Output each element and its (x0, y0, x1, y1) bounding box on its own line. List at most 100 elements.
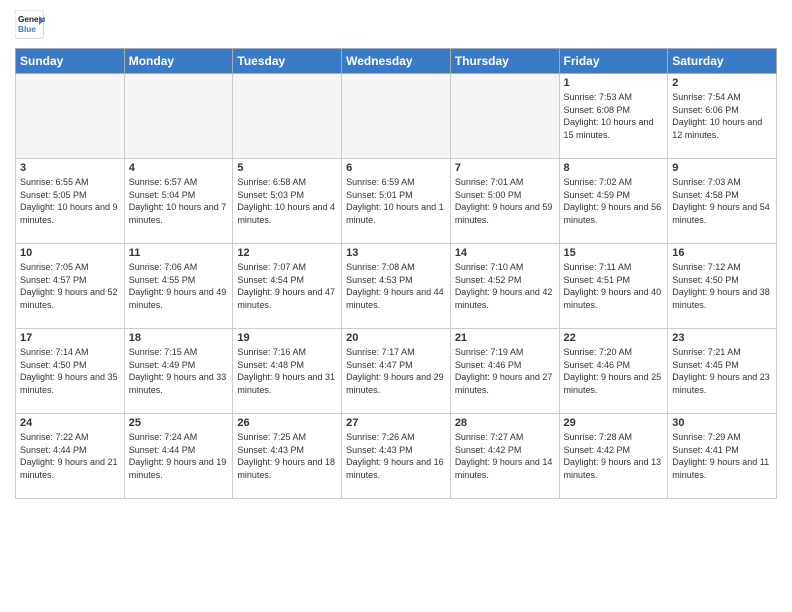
calendar-table: SundayMondayTuesdayWednesdayThursdayFrid… (15, 48, 777, 499)
calendar-cell: 7 Sunrise: 7:01 AM Sunset: 5:00 PM Daylig… (450, 159, 559, 244)
calendar-cell: 23 Sunrise: 7:21 AM Sunset: 4:45 PM Dayli… (668, 329, 777, 414)
day-info: Sunrise: 7:25 AM Sunset: 4:43 PM Dayligh… (237, 431, 337, 481)
day-info: Sunrise: 6:59 AM Sunset: 5:01 PM Dayligh… (346, 176, 446, 226)
day-number: 19 (237, 332, 337, 344)
calendar-cell: 9 Sunrise: 7:03 AM Sunset: 4:58 PM Daylig… (668, 159, 777, 244)
day-number: 28 (455, 417, 555, 429)
day-info: Sunrise: 6:55 AM Sunset: 5:05 PM Dayligh… (20, 176, 120, 226)
day-number: 9 (672, 162, 772, 174)
day-number: 3 (20, 162, 120, 174)
day-info: Sunrise: 7:16 AM Sunset: 4:48 PM Dayligh… (237, 346, 337, 396)
svg-text:Blue: Blue (18, 25, 36, 34)
day-number: 15 (564, 247, 664, 259)
weekday-header: Sunday (16, 49, 125, 74)
day-number: 12 (237, 247, 337, 259)
day-info: Sunrise: 7:28 AM Sunset: 4:42 PM Dayligh… (564, 431, 664, 481)
calendar-cell: 16 Sunrise: 7:12 AM Sunset: 4:50 PM Dayli… (668, 244, 777, 329)
day-number: 14 (455, 247, 555, 259)
logo: General Blue (15, 10, 45, 40)
calendar-cell: 15 Sunrise: 7:11 AM Sunset: 4:51 PM Dayli… (559, 244, 668, 329)
calendar-week-row: 1Sunrise: 7:53 AM Sunset: 6:08 PM Daylig… (16, 74, 777, 159)
day-info: Sunrise: 7:29 AM Sunset: 4:41 PM Dayligh… (672, 431, 772, 481)
calendar-week-row: 24 Sunrise: 7:22 AM Sunset: 4:44 PM Dayli… (16, 414, 777, 499)
calendar-cell: 28 Sunrise: 7:27 AM Sunset: 4:42 PM Dayli… (450, 414, 559, 499)
day-number: 22 (564, 332, 664, 344)
weekday-header: Tuesday (233, 49, 342, 74)
day-info: Sunrise: 7:54 AM Sunset: 6:06 PM Dayligh… (672, 91, 772, 141)
calendar-cell (450, 74, 559, 159)
logo-icon: General Blue (15, 10, 45, 40)
weekday-header: Wednesday (342, 49, 451, 74)
calendar-cell: 26 Sunrise: 7:25 AM Sunset: 4:43 PM Dayli… (233, 414, 342, 499)
day-info: Sunrise: 7:15 AM Sunset: 4:49 PM Dayligh… (129, 346, 229, 396)
calendar-cell: 1Sunrise: 7:53 AM Sunset: 6:08 PM Daylig… (559, 74, 668, 159)
calendar-cell: 2Sunrise: 7:54 AM Sunset: 6:06 PM Daylig… (668, 74, 777, 159)
calendar-cell: 14 Sunrise: 7:10 AM Sunset: 4:52 PM Dayli… (450, 244, 559, 329)
calendar-cell: 18 Sunrise: 7:15 AM Sunset: 4:49 PM Dayli… (124, 329, 233, 414)
day-info: Sunrise: 7:12 AM Sunset: 4:50 PM Dayligh… (672, 261, 772, 311)
calendar-cell (124, 74, 233, 159)
day-info: Sunrise: 7:02 AM Sunset: 4:59 PM Dayligh… (564, 176, 664, 226)
day-info: Sunrise: 7:21 AM Sunset: 4:45 PM Dayligh… (672, 346, 772, 396)
calendar-cell: 4Sunrise: 6:57 AM Sunset: 5:04 PM Daylig… (124, 159, 233, 244)
day-number: 17 (20, 332, 120, 344)
day-info: Sunrise: 7:22 AM Sunset: 4:44 PM Dayligh… (20, 431, 120, 481)
calendar-cell: 21 Sunrise: 7:19 AM Sunset: 4:46 PM Dayli… (450, 329, 559, 414)
calendar-cell: 24 Sunrise: 7:22 AM Sunset: 4:44 PM Dayli… (16, 414, 125, 499)
calendar-cell (16, 74, 125, 159)
calendar-cell: 8 Sunrise: 7:02 AM Sunset: 4:59 PM Daylig… (559, 159, 668, 244)
day-info: Sunrise: 7:19 AM Sunset: 4:46 PM Dayligh… (455, 346, 555, 396)
day-info: Sunrise: 7:24 AM Sunset: 4:44 PM Dayligh… (129, 431, 229, 481)
day-info: Sunrise: 7:08 AM Sunset: 4:53 PM Dayligh… (346, 261, 446, 311)
calendar-cell: 25Sunrise: 7:24 AM Sunset: 4:44 PM Dayli… (124, 414, 233, 499)
day-info: Sunrise: 7:17 AM Sunset: 4:47 PM Dayligh… (346, 346, 446, 396)
day-info: Sunrise: 7:03 AM Sunset: 4:58 PM Dayligh… (672, 176, 772, 226)
calendar-cell: 30 Sunrise: 7:29 AM Sunset: 4:41 PM Dayli… (668, 414, 777, 499)
calendar-cell (342, 74, 451, 159)
day-info: Sunrise: 7:06 AM Sunset: 4:55 PM Dayligh… (129, 261, 229, 311)
day-number: 27 (346, 417, 446, 429)
day-info: Sunrise: 7:01 AM Sunset: 5:00 PM Dayligh… (455, 176, 555, 226)
calendar-cell: 19 Sunrise: 7:16 AM Sunset: 4:48 PM Dayli… (233, 329, 342, 414)
weekday-header: Saturday (668, 49, 777, 74)
day-number: 23 (672, 332, 772, 344)
day-number: 24 (20, 417, 120, 429)
day-info: Sunrise: 7:11 AM Sunset: 4:51 PM Dayligh… (564, 261, 664, 311)
day-number: 20 (346, 332, 446, 344)
day-number: 6 (346, 162, 446, 174)
day-info: Sunrise: 7:53 AM Sunset: 6:08 PM Dayligh… (564, 91, 664, 141)
calendar-week-row: 3 Sunrise: 6:55 AM Sunset: 5:05 PM Daylig… (16, 159, 777, 244)
day-info: Sunrise: 7:20 AM Sunset: 4:46 PM Dayligh… (564, 346, 664, 396)
day-number: 29 (564, 417, 664, 429)
calendar-cell: 10 Sunrise: 7:05 AM Sunset: 4:57 PM Dayli… (16, 244, 125, 329)
day-info: Sunrise: 7:10 AM Sunset: 4:52 PM Dayligh… (455, 261, 555, 311)
calendar-cell: 12 Sunrise: 7:07 AM Sunset: 4:54 PM Dayli… (233, 244, 342, 329)
day-number: 8 (564, 162, 664, 174)
day-number: 16 (672, 247, 772, 259)
day-info: Sunrise: 7:05 AM Sunset: 4:57 PM Dayligh… (20, 261, 120, 311)
day-number: 4 (129, 162, 229, 174)
calendar-cell: 13 Sunrise: 7:08 AM Sunset: 4:53 PM Dayli… (342, 244, 451, 329)
calendar-week-row: 10 Sunrise: 7:05 AM Sunset: 4:57 PM Dayli… (16, 244, 777, 329)
day-number: 18 (129, 332, 229, 344)
day-number: 5 (237, 162, 337, 174)
weekday-header: Friday (559, 49, 668, 74)
day-number: 26 (237, 417, 337, 429)
day-number: 21 (455, 332, 555, 344)
calendar-cell: 11 Sunrise: 7:06 AM Sunset: 4:55 PM Dayli… (124, 244, 233, 329)
day-number: 11 (129, 247, 229, 259)
calendar-cell: 5Sunrise: 6:58 AM Sunset: 5:03 PM Daylig… (233, 159, 342, 244)
calendar-cell (233, 74, 342, 159)
day-info: Sunrise: 7:07 AM Sunset: 4:54 PM Dayligh… (237, 261, 337, 311)
page-container: General Blue SundayMondayTuesdayWednesda… (0, 0, 792, 612)
calendar-week-row: 17 Sunrise: 7:14 AM Sunset: 4:50 PM Dayli… (16, 329, 777, 414)
day-info: Sunrise: 7:27 AM Sunset: 4:42 PM Dayligh… (455, 431, 555, 481)
day-number: 7 (455, 162, 555, 174)
calendar-header-row: SundayMondayTuesdayWednesdayThursdayFrid… (16, 49, 777, 74)
day-info: Sunrise: 7:14 AM Sunset: 4:50 PM Dayligh… (20, 346, 120, 396)
day-number: 10 (20, 247, 120, 259)
day-number: 13 (346, 247, 446, 259)
day-number: 30 (672, 417, 772, 429)
calendar-cell: 17 Sunrise: 7:14 AM Sunset: 4:50 PM Dayli… (16, 329, 125, 414)
calendar-cell: 29 Sunrise: 7:28 AM Sunset: 4:42 PM Dayli… (559, 414, 668, 499)
